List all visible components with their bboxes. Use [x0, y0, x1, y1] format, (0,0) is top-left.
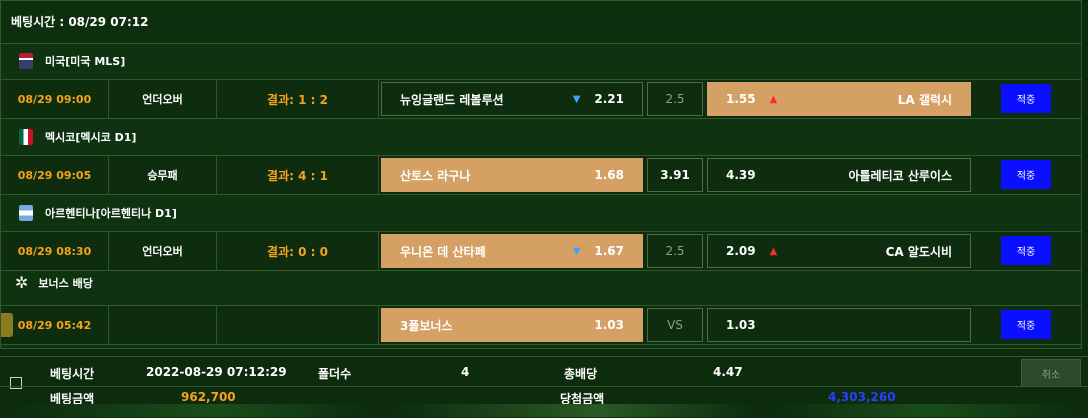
away-odds: 2.09 [726, 244, 756, 258]
league-header-mexico: 멕시코[멕시코 D1] [1, 121, 1081, 153]
home-odds: 1.67 [594, 244, 624, 258]
bet-type [109, 306, 217, 344]
bet-row: 08/29 05:42 3폴보너스 1.03 VS 1.03 적중 [1, 305, 1081, 345]
home-team-name: 우니온 데 산타페 [400, 244, 486, 259]
odds-down-arrow-icon: ▼ [572, 93, 581, 105]
match-result: 결과: 0 : 0 [217, 232, 379, 270]
home-team-name: 뉴잉글랜드 레볼루션 [400, 92, 504, 107]
away-odds: 1.03 [726, 318, 756, 332]
usa-flag-icon [19, 53, 33, 69]
home-team-option[interactable]: 산토스 라구나 1.68 [381, 158, 643, 192]
background-glow [0, 404, 1088, 417]
league-header-argentina: 아르헨티나[아르헨티나 D1] [1, 197, 1081, 229]
home-odds: 1.68 [594, 168, 624, 182]
away-odds: 4.39 [726, 168, 756, 182]
league-name: 미국[미국 MLS] [45, 55, 126, 68]
folder-count-label: 폴더수 [318, 367, 352, 381]
betting-time-header: 베팅시간 : 08/29 07:12 [1, 1, 1081, 44]
away-team-option[interactable]: 1.03 [707, 308, 971, 342]
odds-up-arrow-icon: ▲ [769, 245, 778, 257]
draw-option[interactable]: 3.91 [647, 158, 703, 192]
odds-down-arrow-icon: ▼ [572, 245, 581, 257]
bet-slip-panel: 베팅시간 : 08/29 07:12 미국[미국 MLS] 08/29 09:0… [0, 0, 1082, 349]
match-time: 08/29 09:00 [1, 80, 109, 118]
draw-option: VS [647, 308, 703, 342]
hit-status-button[interactable]: 적중 [1001, 160, 1051, 189]
league-name: 보너스 배당 [38, 277, 93, 290]
odds-up-arrow-icon: ▲ [769, 93, 778, 105]
folder-count-value: 4 [461, 365, 470, 379]
away-odds: 1.55 [726, 92, 756, 106]
total-odds-value: 4.47 [713, 365, 743, 379]
home-team-option[interactable]: 3폴보너스 1.03 [381, 308, 643, 342]
league-header-bonus: ✲ 보너스 배당 [1, 267, 1081, 299]
bonus-sparkle-icon: ✲ [15, 273, 29, 292]
away-team-name: CA 알도시비 [885, 244, 952, 259]
win-amount-value: 4,303,260 [828, 390, 896, 404]
away-team-option[interactable]: 1.55 ▲ LA 갤럭시 [707, 82, 971, 116]
match-result [217, 306, 379, 344]
bet-type: 언더오버 [109, 232, 217, 270]
away-team-name: LA 갤럭시 [897, 92, 952, 107]
hit-status-button[interactable]: 적중 [1001, 310, 1051, 339]
league-header-usa: 미국[미국 MLS] [1, 45, 1081, 77]
match-time: 08/29 09:05 [1, 156, 109, 194]
home-team-option[interactable]: 뉴잉글랜드 레볼루션 ▼ 2.21 [381, 82, 643, 116]
cancel-button[interactable]: 취소 [1021, 359, 1081, 387]
match-result: 결과: 4 : 1 [217, 156, 379, 194]
match-time: 08/29 05:42 [1, 306, 109, 344]
bet-time-value: 2022-08-29 07:12:29 [146, 365, 287, 379]
home-team-name: 산토스 라구나 [400, 168, 471, 183]
away-team-name: 아틀레티코 산루이스 [848, 168, 952, 183]
draw-option[interactable]: 2.5 [647, 82, 703, 116]
argentina-flag-icon [19, 205, 33, 221]
league-name: 아르헨티나[아르헨티나 D1] [45, 207, 177, 220]
home-odds: 1.03 [594, 318, 624, 332]
match-time: 08/29 08:30 [1, 232, 109, 270]
home-team-name: 3폴보너스 [400, 318, 453, 333]
away-team-option[interactable]: 4.39 아틀레티코 산루이스 [707, 158, 971, 192]
bet-time-label: 베팅시간 [50, 367, 95, 381]
mexico-flag-icon [19, 129, 33, 145]
total-odds-label: 총배당 [564, 367, 598, 381]
league-name: 멕시코[멕시코 D1] [45, 131, 137, 144]
hit-status-button[interactable]: 적중 [1001, 84, 1051, 113]
bet-row: 08/29 09:05 승무패 결과: 4 : 1 산토스 라구나 1.68 3… [1, 155, 1081, 195]
away-team-option[interactable]: 2.09 ▲ CA 알도시비 [707, 234, 971, 268]
bet-row: 08/29 08:30 언더오버 결과: 0 : 0 우니온 데 산타페 ▼ 1.… [1, 231, 1081, 271]
draw-option[interactable]: 2.5 [647, 234, 703, 268]
bet-row: 08/29 09:00 언더오버 결과: 1 : 2 뉴잉글랜드 레볼루션 ▼ 2… [1, 79, 1081, 119]
summary-line-1: 베팅시간 2022-08-29 07:12:29 폴더수 4 총배당 4.47 … [0, 359, 1088, 387]
home-odds: 2.21 [594, 92, 624, 106]
home-team-option[interactable]: 우니온 데 산타페 ▼ 1.67 [381, 234, 643, 268]
bet-type: 언더오버 [109, 80, 217, 118]
bet-type: 승무패 [109, 156, 217, 194]
hit-status-button[interactable]: 적중 [1001, 236, 1051, 265]
bet-amount-value: 962,700 [181, 390, 236, 404]
match-result: 결과: 1 : 2 [217, 80, 379, 118]
